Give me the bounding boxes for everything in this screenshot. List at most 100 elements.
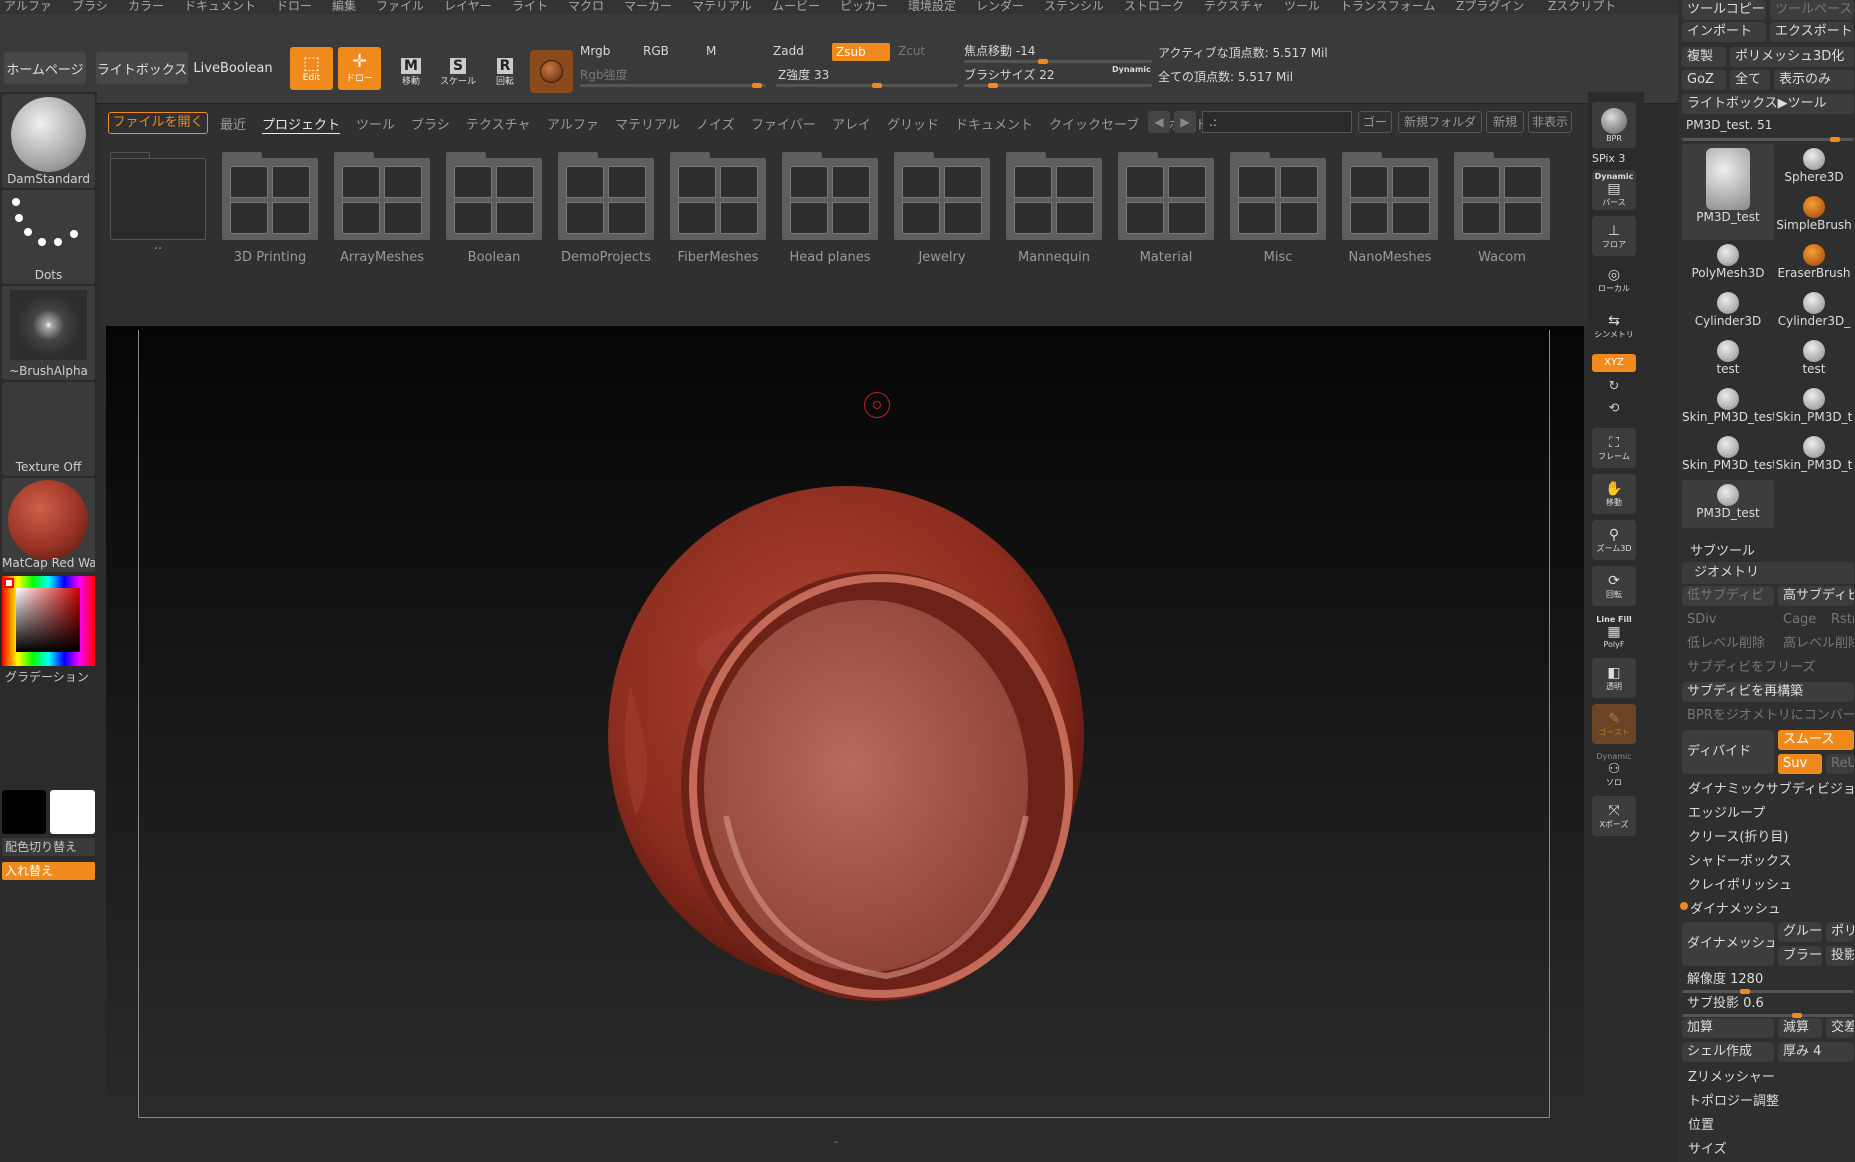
intersect-button[interactable]: 交差	[1826, 1018, 1854, 1038]
rotate-z-icon[interactable]: ⟲	[1592, 398, 1636, 420]
edgeloop-section[interactable]: エッジループ	[1688, 802, 1765, 821]
tool-thumbnail-13[interactable]: PM3D_test	[1682, 480, 1774, 528]
rgb-intensity-slider[interactable]: Rgb強度	[580, 66, 628, 83]
lightbox-tab-11[interactable]: ドキュメント	[955, 114, 1033, 133]
current-tool-track[interactable]	[1682, 137, 1854, 142]
primary-color-swatch[interactable]	[2, 790, 46, 834]
hide-button[interactable]: 非表示	[1528, 111, 1572, 133]
zadd-toggle[interactable]: Zadd	[773, 44, 804, 58]
new-button[interactable]: 新規	[1486, 111, 1524, 133]
add-button[interactable]: 加算	[1682, 1018, 1774, 1038]
tool-thumbnail-5[interactable]: Cylinder3D	[1682, 288, 1774, 336]
color-picker-square[interactable]	[16, 588, 80, 652]
make-polymesh3d-button[interactable]: ポリメッシュ3D化	[1730, 47, 1854, 67]
polish-toggle[interactable]: ポリッシュ	[1826, 922, 1854, 942]
goz-button[interactable]: GoZ	[1682, 70, 1726, 90]
dynamic-brush-toggle[interactable]: Dynamic	[1112, 65, 1151, 74]
lightbox-folder-11[interactable]: Wacom	[1454, 152, 1550, 265]
smooth-toggle[interactable]: スムース	[1778, 730, 1854, 750]
menu-item-5[interactable]: 編集	[332, 0, 356, 14]
tool-copy-button[interactable]: ツールコピー	[1682, 0, 1766, 20]
material-selector[interactable]: MatCap Red Wax	[2, 478, 95, 572]
menu-item-14[interactable]: 環境設定	[908, 0, 956, 14]
reconstruct-subdiv-button[interactable]: サブディビを再構築	[1682, 682, 1854, 702]
lightbox-tab-12[interactable]: クイックセーブ	[1049, 114, 1139, 133]
lightbox-folder-10[interactable]: NanoMeshes	[1342, 152, 1438, 265]
lightbox-tab-3[interactable]: ブラシ	[411, 114, 450, 133]
size-section[interactable]: サイズ	[1688, 1138, 1727, 1157]
menu-item-13[interactable]: ピッカー	[840, 0, 888, 14]
menu-item-19[interactable]: ツール	[1284, 0, 1320, 14]
rotate-y-icon[interactable]: ↻	[1592, 376, 1636, 398]
lightbox-tab-7[interactable]: ノイズ	[696, 114, 735, 133]
lightbox-tab-4[interactable]: テクスチャ	[466, 114, 530, 133]
next-arrow-icon[interactable]: ▶	[1174, 111, 1196, 133]
menu-item-4[interactable]: ドロー	[276, 0, 312, 14]
topology-section[interactable]: トポロジー調整	[1688, 1090, 1779, 1109]
tool-thumbnail-7[interactable]: test	[1682, 336, 1774, 384]
mesh-model[interactable]	[556, 486, 1156, 1026]
dynamic-subdiv-section[interactable]: ダイナミックサブディビジョン	[1688, 778, 1855, 797]
menu-item-10[interactable]: マーカー	[624, 0, 672, 14]
lightbox-tab-0[interactable]: 最近	[220, 114, 246, 133]
lightbox-tab-10[interactable]: グリッド	[887, 114, 939, 133]
perspective-button[interactable]: Dynamic ▤ パース	[1592, 170, 1636, 210]
delete-higher-button[interactable]: 高レベル削除	[1778, 634, 1854, 654]
subproj-slider[interactable]: サブ投影 0.6	[1682, 994, 1854, 1014]
lightbox-folder-4[interactable]: FiberMeshes	[670, 152, 766, 265]
frame-button[interactable]: ⛶ フレーム	[1592, 428, 1636, 468]
solo-button[interactable]: Dynamic ⚇ ソロ	[1592, 750, 1636, 790]
lightbox-folder-1[interactable]: ArrayMeshes	[334, 152, 430, 265]
tool-thumbnail-9[interactable]: Skin_PM3D_test	[1682, 384, 1774, 432]
menu-item-17[interactable]: ストローク	[1124, 0, 1184, 14]
dynamesh-section[interactable]: ダイナメッシュ	[1690, 898, 1781, 917]
rstr-button[interactable]: Rstr	[1826, 610, 1854, 630]
shadowbox-section[interactable]: シャドーボックス	[1688, 850, 1792, 869]
menu-item-2[interactable]: カラー	[128, 0, 164, 14]
symmetry-button[interactable]: ⇆ シンメトリ	[1592, 306, 1636, 346]
groups-toggle[interactable]: グループ	[1778, 922, 1822, 942]
tool-thumbnail-11[interactable]: Skin_PM3D_test	[1682, 432, 1774, 480]
bpr-to-geo-button[interactable]: BPRをジオメトリにコンバート	[1682, 706, 1854, 726]
lightbox-folder-3[interactable]: DemoProjects	[558, 152, 654, 265]
canvas-viewport[interactable]: ⌃	[106, 326, 1584, 1152]
claypolish-section[interactable]: クレイポリッシュ	[1688, 874, 1792, 893]
create-shell-button[interactable]: シェル作成	[1682, 1042, 1774, 1062]
rgb-toggle[interactable]: RGB	[643, 44, 669, 58]
mrgb-toggle[interactable]: Mrgb	[580, 44, 610, 58]
transparency-button[interactable]: ◧ 透明	[1592, 658, 1636, 698]
local-button[interactable]: ◎ ローカル	[1592, 260, 1636, 300]
dynamesh-button[interactable]: ダイナメッシュ	[1682, 922, 1774, 966]
tool-thumbnail-12[interactable]: Skin_PM3D_t	[1774, 432, 1854, 480]
switch-color-button[interactable]: 配色切り替え	[2, 838, 95, 856]
move-mode-button[interactable]: M 移動	[390, 52, 432, 92]
lightbox-tab-6[interactable]: マテリアル	[615, 114, 680, 133]
menu-item-12[interactable]: ムービー	[772, 0, 820, 14]
menu-item-6[interactable]: ファイル	[376, 0, 424, 14]
menu-item-8[interactable]: ライト	[512, 0, 548, 14]
lightbox-tab-9[interactable]: アレイ	[832, 114, 871, 133]
liveboolean-button[interactable]: LiveBoolean	[192, 52, 274, 84]
swap-button[interactable]: 入れ替え	[2, 862, 95, 880]
menu-item-18[interactable]: テクスチャ	[1204, 0, 1264, 14]
lightbox-folder-9[interactable]: Misc	[1230, 152, 1326, 265]
tool-thumbnail-6[interactable]: Cylinder3D_	[1774, 288, 1854, 336]
tool-thumbnail-2[interactable]: SimpleBrush	[1774, 192, 1854, 240]
sub-button[interactable]: 減算	[1778, 1018, 1822, 1038]
position-section[interactable]: 位置	[1688, 1114, 1714, 1133]
delete-lower-button[interactable]: 低レベル削除	[1682, 634, 1774, 654]
subtool-section[interactable]: サブツール	[1690, 540, 1755, 559]
ghost-button[interactable]: ✎ ゴースト	[1592, 704, 1636, 744]
lightbox-folder-5[interactable]: Head planes	[782, 152, 878, 265]
tool-thumbnail-10[interactable]: Skin_PM3D_t	[1774, 384, 1854, 432]
import-button[interactable]: インポート	[1682, 22, 1766, 42]
menu-item-1[interactable]: ブラシ	[72, 0, 108, 14]
lightbox-button[interactable]: ライトボックス	[96, 52, 188, 84]
tool-thumbnail-3[interactable]: PolyMesh3D	[1682, 240, 1774, 288]
zremesher-section[interactable]: Zリメッシャー	[1688, 1066, 1775, 1085]
m-toggle[interactable]: M	[706, 44, 716, 58]
thickness-slider[interactable]: 厚み 4	[1778, 1042, 1854, 1062]
clone-button[interactable]: 複製	[1682, 47, 1726, 67]
focal-shift-track[interactable]	[964, 59, 1152, 64]
goz-all-button[interactable]: 全て	[1730, 70, 1770, 90]
